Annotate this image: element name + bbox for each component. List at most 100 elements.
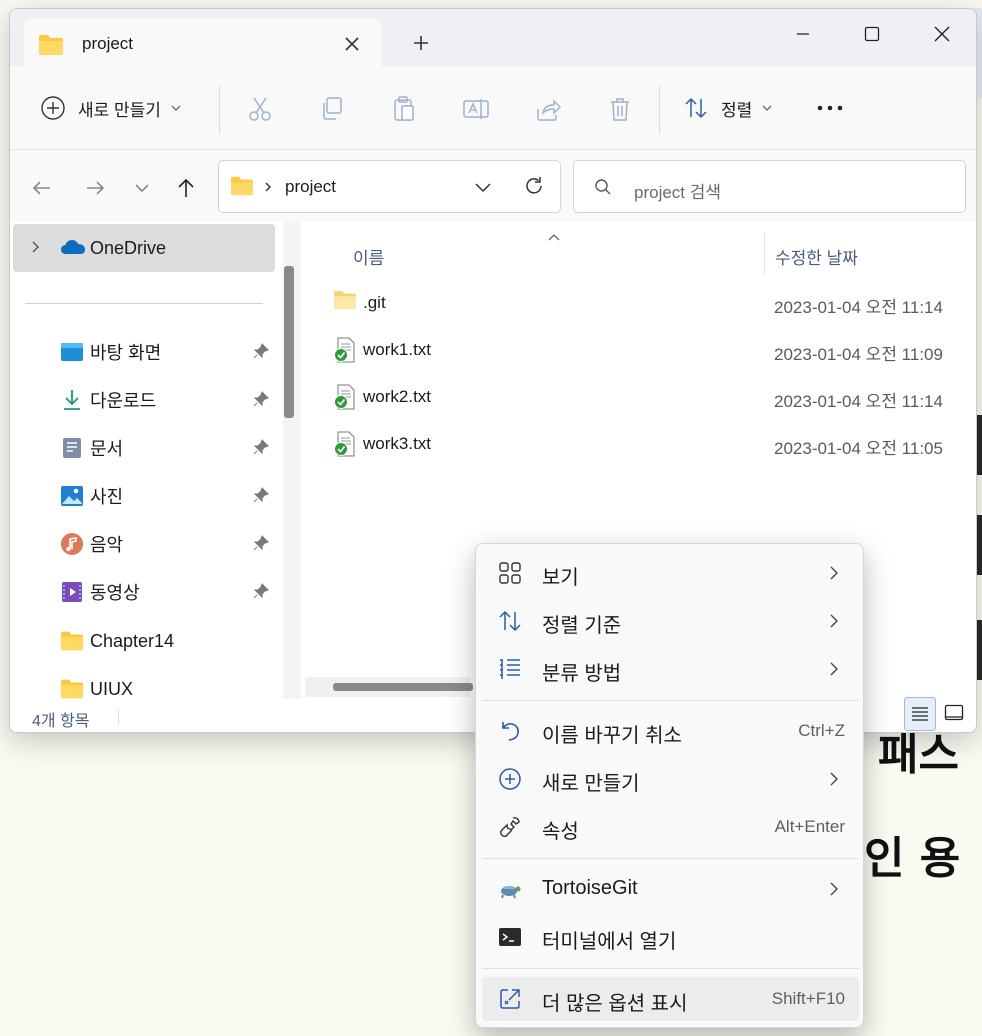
back-icon[interactable]	[30, 176, 54, 200]
menu-item-properties[interactable]: 속성 Alt+Enter	[482, 805, 859, 849]
paste-icon[interactable]	[390, 95, 418, 123]
nav-scrollbar-thumb[interactable]	[284, 266, 294, 418]
pin-icon[interactable]	[252, 582, 270, 600]
new-button[interactable]: 새로 만들기	[40, 88, 183, 128]
submenu-chevron-icon	[830, 772, 838, 786]
submenu-chevron-icon	[830, 882, 838, 896]
submenu-chevron-icon	[830, 566, 838, 580]
maximize-button[interactable]	[849, 19, 895, 49]
onedrive-icon	[61, 240, 85, 254]
menu-item-label: TortoiseGit	[542, 877, 638, 899]
address-history-chevron-icon[interactable]	[473, 177, 493, 197]
nav-item-pictures[interactable]: 사진	[10, 474, 274, 518]
close-window-button[interactable]	[919, 19, 965, 49]
menu-separator	[482, 968, 859, 969]
pin-icon[interactable]	[252, 342, 270, 360]
menu-item-label: 이름 바꾸기 취소	[542, 725, 682, 747]
tortoisegit-icon	[501, 886, 521, 899]
menu-item-new[interactable]: 새로 만들기	[482, 757, 859, 801]
forward-icon[interactable]	[83, 176, 107, 200]
file-row[interactable]: work2.txt 2023-01-04 오전 11:14	[305, 379, 976, 419]
nav-item-documents[interactable]: 문서	[10, 426, 274, 470]
nav-item-label: 다운로드	[90, 391, 157, 411]
toolbar-divider	[659, 86, 660, 134]
group-icon	[500, 659, 520, 679]
nav-item-chapter14[interactable]: Chapter14	[10, 619, 274, 663]
tab-project[interactable]: project	[24, 19, 381, 69]
menu-item-undo-rename[interactable]: 이름 바꾸기 취소 Ctrl+Z	[482, 709, 859, 753]
nav-item-onedrive[interactable]: OneDrive	[13, 224, 275, 272]
nav-item-label: 사진	[90, 487, 124, 507]
file-row[interactable]: work3.txt 2023-01-04 오전 11:05	[305, 426, 976, 466]
pin-icon[interactable]	[252, 534, 270, 552]
horizontal-scrollbar-thumb[interactable]	[333, 683, 473, 691]
content-horizontal-scrollbar[interactable]	[305, 677, 473, 697]
nav-divider	[25, 303, 263, 304]
open-external-icon	[500, 989, 520, 1009]
up-icon[interactable]	[174, 176, 198, 200]
menu-item-view[interactable]: 보기	[482, 551, 859, 595]
nav-item-desktop[interactable]: 바탕 화면	[10, 330, 274, 374]
submenu-chevron-icon	[830, 662, 838, 676]
sort-icon	[685, 97, 707, 119]
navigation-pane: OneDrive 바탕 화면 다운로드 문서 사진 음악 동영상 Chapter…	[10, 222, 302, 699]
pin-icon[interactable]	[252, 438, 270, 456]
share-icon[interactable]	[534, 95, 562, 123]
recent-locations-chevron-icon[interactable]	[130, 176, 154, 200]
file-row[interactable]: work1.txt 2023-01-04 오전 11:09	[305, 332, 976, 372]
more-options-button[interactable]	[816, 88, 844, 128]
close-tab-icon[interactable]	[341, 33, 363, 55]
close-icon	[934, 26, 950, 42]
sort-button[interactable]: 정렬	[683, 88, 774, 128]
breadcrumb-project[interactable]: project	[285, 177, 336, 197]
nav-item-label: 문서	[90, 439, 124, 459]
menu-item-tortoisegit[interactable]: TortoiseGit	[482, 867, 859, 911]
menu-item-group-by[interactable]: 분류 방법	[482, 647, 859, 691]
details-view-button[interactable]	[904, 697, 936, 731]
address-bar[interactable]: project	[218, 160, 561, 213]
desktop-icon	[61, 343, 83, 361]
column-header-date[interactable]: 수정한 날짜	[775, 244, 858, 269]
context-menu: 보기 정렬 기준 분류 방법 이름 바꾸기 취소 Ctrl+Z 새로 만들기 속…	[475, 543, 864, 1028]
cut-icon[interactable]	[246, 95, 274, 123]
file-row[interactable]: .git 2023-01-04 오전 11:14	[305, 285, 976, 325]
nav-item-videos[interactable]: 동영상	[10, 570, 274, 614]
pin-icon[interactable]	[252, 486, 270, 504]
chevron-down-icon	[171, 105, 181, 111]
nav-item-downloads[interactable]: 다운로드	[10, 378, 274, 422]
documents-icon	[63, 438, 81, 458]
terminal-icon	[499, 928, 521, 946]
menu-item-shortcut: Shift+F10	[771, 989, 845, 1008]
refresh-icon[interactable]	[523, 175, 545, 197]
file-name: .git	[363, 293, 386, 312]
menu-item-label: 보기	[542, 567, 579, 589]
git-synced-file-icon	[334, 384, 355, 410]
expand-chevron-icon[interactable]	[30, 240, 42, 254]
submenu-chevron-icon	[830, 614, 838, 628]
sort-icon	[499, 610, 521, 632]
wrench-icon	[500, 817, 520, 838]
preview-view-icon[interactable]	[944, 704, 964, 724]
search-box[interactable]: project 검색	[573, 160, 966, 213]
menu-item-label: 분류 방법	[542, 663, 622, 685]
menu-item-sort-by[interactable]: 정렬 기준	[482, 599, 859, 643]
menu-item-show-more-options[interactable]: 더 많은 옵션 표시 Shift+F10	[482, 977, 859, 1021]
new-button-label: 새로 만들기	[78, 100, 161, 120]
folder-icon	[60, 631, 84, 651]
menu-item-open-in-terminal[interactable]: 터미널에서 열기	[482, 915, 859, 959]
delete-icon[interactable]	[606, 95, 634, 123]
file-date: 2023-01-04 오전 11:09	[774, 345, 943, 364]
column-header-name[interactable]: 이름	[353, 244, 384, 269]
copy-icon[interactable]	[318, 95, 346, 123]
nav-item-label: Chapter14	[90, 630, 175, 651]
nav-scrollbar[interactable]	[283, 222, 301, 699]
undo-icon	[502, 722, 519, 741]
new-tab-icon[interactable]	[410, 32, 432, 54]
pin-icon[interactable]	[252, 390, 270, 408]
maximize-icon	[864, 26, 880, 42]
nav-item-label: UIUX	[90, 678, 134, 699]
menu-separator	[482, 858, 859, 859]
nav-item-music[interactable]: 음악	[10, 522, 274, 566]
rename-icon[interactable]	[462, 95, 490, 123]
minimize-button[interactable]	[780, 19, 826, 49]
